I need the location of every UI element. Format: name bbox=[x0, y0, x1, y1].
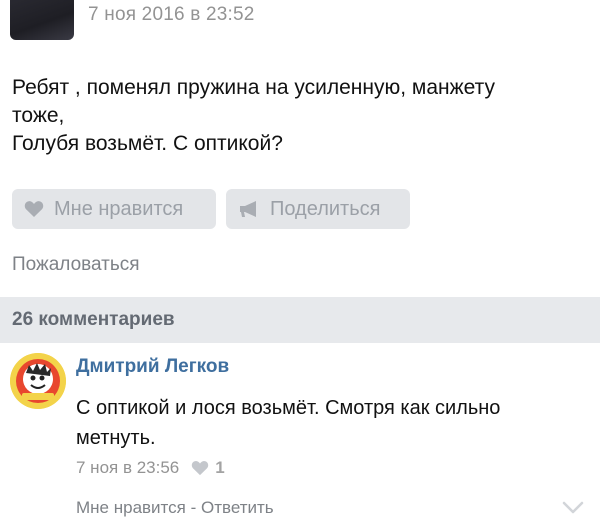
avatar-image bbox=[10, 353, 66, 409]
like-button-label: Мне нравится bbox=[54, 197, 184, 220]
comment-actions: Мне нравится - Ответить bbox=[76, 498, 274, 518]
post-text-line: Голубя возьмёт. С оптикой? bbox=[12, 132, 283, 155]
post-text: Ребят , поменял пружина на усиленную, ма… bbox=[12, 74, 582, 158]
comment-text: С оптикой и лося возьмёт. Смотря как сил… bbox=[76, 393, 586, 453]
report-link[interactable]: Пожаловаться bbox=[12, 254, 140, 276]
comment-meta: 7 ноя в 23:56 1 bbox=[76, 456, 225, 480]
megaphone-icon bbox=[240, 201, 256, 217]
post-author-avatar[interactable] bbox=[10, 0, 74, 40]
comment-author[interactable]: Дмитрий Легков bbox=[76, 356, 229, 378]
comment-item: Дмитрий Легков С оптикой и лося возьмёт.… bbox=[0, 343, 600, 528]
post-date[interactable]: 7 ноя 2016 в 23:52 bbox=[88, 4, 255, 26]
comment-text-line: С оптикой и лося возьмёт. Смотря как сил… bbox=[76, 397, 501, 419]
comment-like-count: 1 bbox=[215, 458, 225, 477]
post-header: 7 ноя 2016 в 23:52 bbox=[0, 0, 600, 40]
share-button[interactable]: Поделиться bbox=[226, 189, 410, 229]
chevron-down-icon[interactable] bbox=[562, 501, 584, 515]
heart-icon bbox=[24, 201, 44, 217]
comments-count: 26 комментариев bbox=[12, 309, 175, 330]
comment-text-line: метнуть. bbox=[76, 427, 156, 449]
post-text-line: Ребят , поменял пружина на усиленную, ма… bbox=[12, 76, 495, 99]
comment-date[interactable]: 7 ноя в 23:56 bbox=[76, 458, 179, 478]
comment-like-link[interactable]: Мне нравится bbox=[76, 498, 186, 518]
like-button[interactable]: Мне нравится bbox=[12, 189, 216, 229]
comment-heart-icon[interactable] bbox=[191, 460, 209, 476]
post-text-line: тоже, bbox=[12, 104, 65, 127]
commenter-avatar[interactable] bbox=[10, 353, 66, 409]
comment-action-separator: - bbox=[185, 498, 201, 517]
comment-reply-link[interactable]: Ответить bbox=[201, 498, 274, 518]
share-button-label: Поделиться bbox=[270, 197, 381, 220]
comments-header: 26 комментариев bbox=[0, 297, 600, 343]
